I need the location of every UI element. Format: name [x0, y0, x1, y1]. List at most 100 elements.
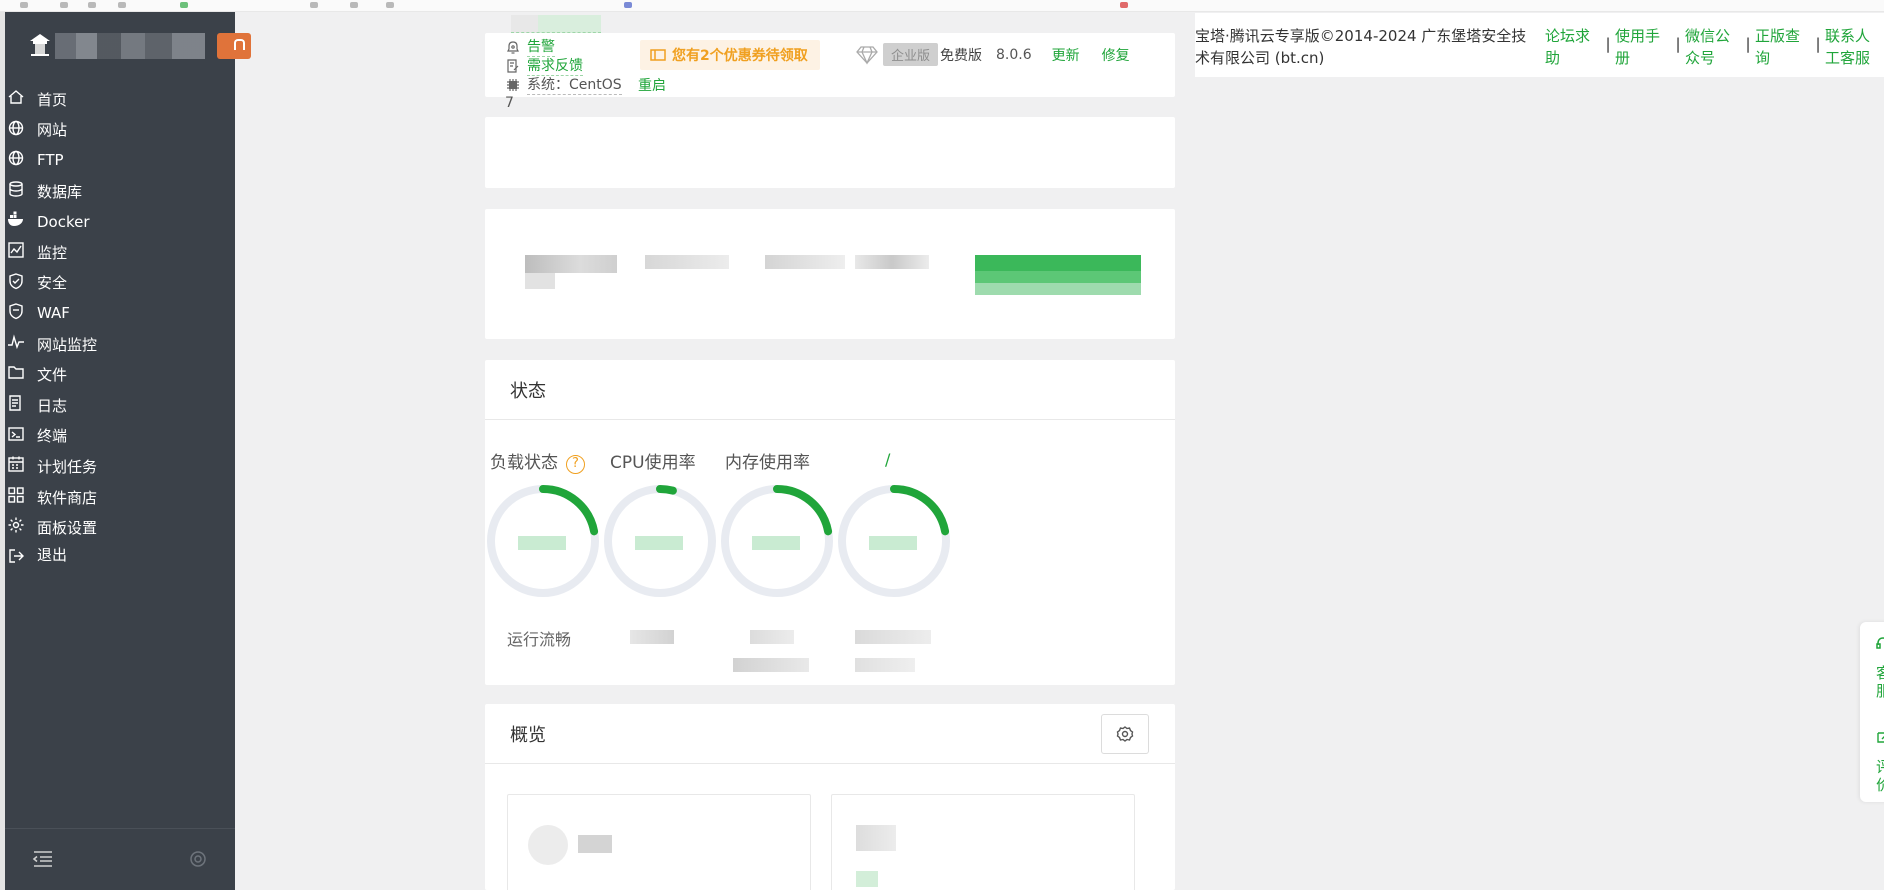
load-gauge[interactable]: [480, 478, 606, 604]
logout-icon: [7, 547, 25, 565]
cpu-gauge[interactable]: [597, 478, 723, 604]
chip-icon: [505, 77, 521, 93]
calendar-icon: [7, 455, 25, 473]
feedback-text[interactable]: 评价: [1876, 758, 1884, 794]
obscured-value: [630, 630, 674, 644]
sidebar-item-panel-settings[interactable]: 面板设置: [5, 512, 235, 543]
status-card: 状态 负载状态? CPU使用率 内存使用率 / 运行流畅: [485, 360, 1175, 685]
memory-gauge[interactable]: [714, 478, 840, 604]
contact-support-link[interactable]: 联系人工客服: [1825, 25, 1881, 69]
obscured-block: [578, 835, 612, 853]
sidebar-item-label: 网站: [37, 121, 68, 140]
sidebar-item-label: 计划任务: [37, 457, 98, 476]
obscured-block: [525, 255, 617, 273]
status-title: 状态: [485, 360, 1175, 420]
overview-tile[interactable]: [831, 794, 1135, 890]
obscured-block: [528, 825, 568, 865]
edit-icon[interactable]: [1876, 730, 1884, 744]
obscured-title: [511, 15, 601, 33]
collapse-menu-icon[interactable]: [32, 849, 54, 869]
system-info: 系统：CentOS: [527, 74, 622, 95]
enterprise-edition-badge[interactable]: 企业版: [883, 43, 939, 66]
obscured-gauge-value: [635, 536, 683, 550]
sidebar-item-logout[interactable]: 退出: [5, 543, 235, 567]
gear-icon[interactable]: [188, 849, 208, 869]
memory-usage-label: 内存使用率: [725, 453, 810, 473]
running-status-text: 运行流畅: [507, 630, 572, 649]
sidebar-item-store[interactable]: 软件商店: [5, 482, 235, 513]
sidebar-item-ftp[interactable]: FTP: [5, 145, 235, 176]
coupon-ticket-icon: [650, 48, 666, 62]
diamond-icon: [855, 45, 879, 65]
sidebar-item-label: 终端: [37, 427, 68, 446]
system-row: 系统：CentOS: [505, 74, 635, 95]
sidebar-item-label: FTP: [37, 151, 64, 170]
sidebar-item-security[interactable]: 安全: [5, 268, 235, 299]
sidebar-item-home[interactable]: 首页: [5, 84, 235, 115]
sidebar-item-label: 监控: [37, 243, 68, 262]
feedback-link[interactable]: 需求反馈: [527, 55, 583, 76]
enterprise-badge: [217, 33, 251, 59]
overview-settings-button[interactable]: [1101, 714, 1149, 754]
obscured-block: [765, 255, 845, 269]
sidebar-item-files[interactable]: 文件: [5, 359, 235, 390]
sidebar-item-label: 日志: [37, 396, 68, 415]
globe-icon: [7, 149, 25, 167]
cpu-usage-label: CPU使用率: [610, 453, 696, 473]
sidebar-menu: 首页 网站 FTP 数据库 Docker 监控 安全 WAF 网站监控 文件 日…: [5, 84, 235, 567]
sidebar-item-cron[interactable]: 计划任务: [5, 451, 235, 482]
license-check-link[interactable]: 正版查询: [1755, 25, 1811, 69]
obscured-value: [855, 630, 931, 644]
version-number: 8.0.6: [996, 46, 1032, 63]
alert-link[interactable]: 告警: [527, 36, 555, 57]
forum-help-link[interactable]: 论坛求助: [1545, 25, 1601, 69]
load-status-label: 负载状态?: [490, 448, 585, 474]
link-separator: |: [1745, 35, 1751, 53]
disk-path-label[interactable]: /: [885, 450, 890, 469]
obscured-block: [645, 255, 729, 269]
sidebar-item-database[interactable]: 数据库: [5, 176, 235, 207]
help-links: 论坛求助 | 使用手册 | 微信公众号 | 正版查询 | 联系人工客服: [1545, 25, 1881, 69]
link-separator: |: [1675, 35, 1681, 53]
obscured-summary-card: [485, 209, 1175, 339]
headset-icon[interactable]: [1876, 636, 1884, 650]
update-button[interactable]: 更新: [1052, 45, 1080, 65]
customer-service-text[interactable]: 客服: [1876, 664, 1884, 700]
system-info-suffix: 7: [505, 95, 514, 111]
help-icon[interactable]: ?: [566, 455, 585, 474]
sidebar-item-terminal[interactable]: 终端: [5, 421, 235, 452]
sidebar-item-waf[interactable]: WAF: [5, 298, 235, 329]
coupon-notice[interactable]: 您有2个优惠券待领取: [640, 40, 820, 70]
brand[interactable]: [27, 29, 251, 63]
sidebar-item-monitor[interactable]: 监控: [5, 237, 235, 268]
sidebar-item-label: 软件商店: [37, 488, 98, 507]
wechat-account-link[interactable]: 微信公众号: [1685, 25, 1741, 69]
obscured-button: [975, 255, 1141, 295]
obscured-block: [855, 255, 929, 269]
disk-gauge[interactable]: [831, 478, 957, 604]
user-manual-link[interactable]: 使用手册: [1615, 25, 1671, 69]
sidebar-item-website[interactable]: 网站: [5, 115, 235, 146]
sidebar-item-site-monitor[interactable]: 网站监控: [5, 329, 235, 360]
obscured-block: [525, 273, 555, 289]
sidebar-item-label: 网站监控: [37, 335, 98, 354]
folder-icon: [7, 363, 25, 381]
sidebar-item-label: WAF: [37, 304, 70, 323]
repair-button[interactable]: 修复: [1102, 45, 1130, 65]
brand-name-obscured: [55, 33, 205, 59]
grid-icon: [7, 486, 25, 504]
obscured-value: [750, 630, 794, 644]
restart-link[interactable]: 重启: [638, 75, 666, 95]
sidebar-item-label: Docker: [37, 212, 90, 231]
link-separator: |: [1815, 35, 1821, 53]
sidebar-item-label: 退出: [37, 546, 68, 565]
sidebar-item-docker[interactable]: Docker: [5, 206, 235, 237]
sidebar-item-label: 文件: [37, 366, 68, 385]
obscured-gauge-value: [752, 536, 800, 550]
browser-top-strip: [0, 0, 1884, 12]
sidebar-item-label: 数据库: [37, 182, 83, 201]
overview-tile[interactable]: [507, 794, 811, 890]
obscured-block: [856, 825, 896, 851]
sidebar-item-logs[interactable]: 日志: [5, 390, 235, 421]
free-edition-label: 免费版: [940, 47, 983, 64]
